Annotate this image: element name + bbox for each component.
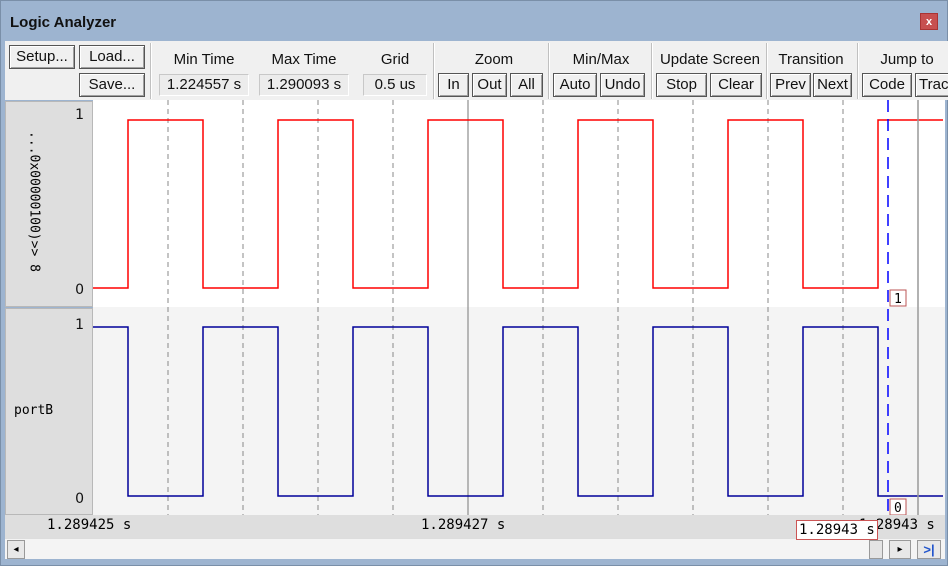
jump-code-button[interactable]: Code [862, 73, 912, 97]
scroll-end-icon[interactable]: >| [917, 540, 941, 559]
separator [857, 43, 859, 99]
min-time-value: 1.224557 s [159, 74, 249, 96]
next-transition-button[interactable]: Next [813, 73, 852, 97]
time-label-left: 1.289425 s [47, 517, 132, 533]
separator [766, 43, 768, 99]
signal-low-label: 0 [75, 491, 84, 507]
separator [150, 43, 152, 99]
cursor-time-label: 1.28943 s [796, 520, 878, 540]
window-title: Logic Analyzer [10, 14, 117, 31]
max-time-label: Max Time [271, 51, 337, 68]
minmax-undo-button[interactable]: Undo [600, 73, 645, 97]
setup-button[interactable]: Setup... [9, 45, 75, 69]
waveform-plot[interactable]: 1 0 [93, 100, 945, 515]
stop-button[interactable]: Stop [656, 73, 707, 97]
zoom-all-button[interactable]: All [510, 73, 543, 97]
clear-button[interactable]: Clear [710, 73, 762, 97]
minmax-label: Min/Max [572, 51, 630, 68]
minmax-auto-button[interactable]: Auto [553, 73, 597, 97]
signal-label-panel[interactable]: ...0x00000100)>> 8 1 0 [5, 101, 93, 307]
transition-label: Transition [778, 51, 844, 68]
zoom-label: Zoom [474, 51, 514, 68]
cursor-value: 0 [894, 501, 902, 515]
signal-row-bg [93, 100, 945, 307]
horizontal-scrollbar[interactable]: ◂ ▸ >| [5, 538, 945, 559]
grid-label: Grid [380, 51, 410, 68]
signal-name: ...0x00000100)>> 8 [26, 131, 42, 272]
time-label-center: 1.289427 s [421, 517, 506, 533]
zoom-in-button[interactable]: In [438, 73, 469, 97]
zoom-out-button[interactable]: Out [472, 73, 507, 97]
jump-trace-button[interactable]: Trace [915, 73, 948, 97]
max-time-value: 1.290093 s [259, 74, 349, 96]
separator [433, 43, 435, 99]
separator [651, 43, 653, 99]
signal-name: portB [14, 403, 54, 418]
logic-analyzer-window: Logic Analyzer x Setup... Load... Save..… [0, 0, 948, 566]
toolbar: Setup... Load... Save... Min Time 1.2245… [5, 41, 948, 100]
separator [548, 43, 550, 99]
signal-row-bg [93, 307, 945, 515]
scroll-thumb[interactable] [869, 540, 883, 559]
signal-high-label: 1 [75, 107, 84, 123]
scroll-left-icon[interactable]: ◂ [7, 540, 25, 559]
scroll-right-icon[interactable]: ▸ [889, 540, 911, 559]
signal-high-label: 1 [75, 317, 84, 333]
signal-label-panel[interactable]: portB 1 0 [5, 308, 93, 515]
update-screen-label: Update Screen [659, 51, 761, 68]
cursor-value: 1 [894, 292, 902, 307]
load-button[interactable]: Load... [79, 45, 145, 69]
min-time-label: Min Time [173, 51, 235, 68]
prev-transition-button[interactable]: Prev [770, 73, 811, 97]
signal-low-label: 0 [75, 282, 84, 298]
grid-value: 0.5 us [363, 74, 427, 96]
time-axis: 1.289425 s 1.289427 s 1.28943 s 1.28943 … [5, 515, 945, 540]
save-button[interactable]: Save... [79, 73, 145, 97]
close-icon[interactable]: x [920, 13, 938, 30]
jump-to-label: Jump to [880, 51, 934, 68]
